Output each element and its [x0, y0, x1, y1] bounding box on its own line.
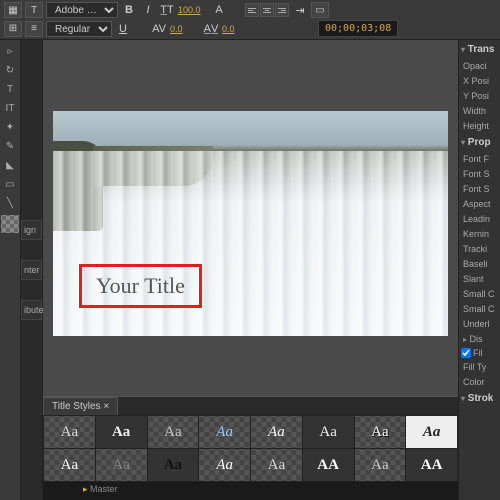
underline-button[interactable]: U	[115, 21, 131, 37]
font-size-input[interactable]: 100.0	[178, 5, 208, 15]
style-swatch[interactable]: Aa	[148, 449, 199, 481]
tracking-input[interactable]: 0.0	[222, 24, 252, 34]
templates-icon[interactable]: ⊞	[4, 21, 22, 37]
size-icon: T̲T	[159, 2, 175, 18]
xposition-property[interactable]: X Posi	[461, 75, 498, 87]
style-swatch[interactable]: Aa	[44, 416, 95, 448]
style-swatch[interactable]: Aa	[148, 416, 199, 448]
align-tab[interactable]: ign	[21, 220, 42, 240]
rect-tool-icon[interactable]: ▭	[0, 175, 20, 193]
fontfamily-property[interactable]: Font F	[461, 153, 498, 165]
filltype-property[interactable]: Fill Ty	[461, 361, 498, 373]
width-property[interactable]: Width	[461, 105, 498, 117]
close-icon[interactable]: ×	[103, 401, 109, 412]
leading-icon: A	[211, 2, 227, 18]
yposition-property[interactable]: Y Posi	[461, 90, 498, 102]
underline-property[interactable]: Underl	[461, 318, 498, 330]
height-property[interactable]: Height	[461, 120, 498, 132]
leading-property[interactable]: Leadin	[461, 213, 498, 225]
side-tabs: ign nter ibute	[21, 40, 43, 500]
opacity-property[interactable]: Opaci	[461, 60, 498, 72]
style-swatch[interactable]: AA	[303, 449, 354, 481]
pen-tool-icon[interactable]: ✎	[0, 137, 20, 155]
slant-property[interactable]: Slant	[461, 273, 498, 285]
title-text[interactable]: Your Title	[96, 273, 185, 298]
timeline-bar[interactable]: ▸ Master	[43, 482, 458, 500]
roll-icon[interactable]: ≡	[25, 21, 43, 37]
main-area: ▹ ↻ T IT ✦ ✎ ◣ ▭ ╲ ign nter ibute Your T…	[0, 40, 500, 500]
canvas-area: Your Title	[43, 40, 458, 396]
tracking-property[interactable]: Tracki	[461, 243, 498, 255]
template-icon[interactable]: T	[25, 2, 43, 18]
title-styles-tab[interactable]: Title Styles ×	[43, 397, 118, 415]
properties-panel: ▾ Trans Opaci X Posi Y Posi Width Height…	[458, 40, 500, 500]
timecode-display[interactable]: 00;00;03;08	[318, 20, 398, 37]
styles-grid: Aa Aa Aa Aa Aa Aa Aa Aa Aa Aa Aa Aa Aa A…	[43, 415, 458, 482]
style-swatch[interactable]: Aa	[355, 416, 406, 448]
title-selection-box[interactable]: Your Title	[79, 264, 202, 308]
line-tool-icon[interactable]: ╲	[0, 194, 20, 212]
new-title-icon[interactable]: ▦	[4, 2, 22, 18]
rotate-tool-icon[interactable]: ↻	[0, 61, 20, 79]
center-tab[interactable]: nter	[21, 260, 42, 280]
transform-section[interactable]: ▾ Trans	[461, 42, 498, 57]
vertical-type-icon[interactable]: IT	[0, 99, 20, 117]
align-right-icon[interactable]	[275, 3, 289, 17]
italic-button[interactable]: I	[140, 2, 156, 18]
scenery-waterfall	[53, 151, 448, 336]
smallcapsize-property[interactable]: Small C	[461, 303, 498, 315]
style-swatch[interactable]: AA	[406, 449, 457, 481]
font-weight-dropdown[interactable]: Regular	[46, 21, 112, 37]
font-family-dropdown[interactable]: Adobe …	[46, 2, 118, 18]
tab-icon[interactable]: ⇥	[292, 2, 308, 18]
top-toolbar: ▦ T Adobe … B I T̲T 100.0 A ⇥ ▭ ⊞ ≡ Regu…	[0, 0, 500, 40]
smallcaps-property[interactable]: Small C	[461, 288, 498, 300]
style-swatch[interactable]: Aa	[406, 416, 457, 448]
color-property[interactable]: Color	[461, 376, 498, 388]
style-swatch[interactable]: Aa	[44, 449, 95, 481]
bold-button[interactable]: B	[121, 2, 137, 18]
style-swatch[interactable]: Aa	[251, 449, 302, 481]
fontstyle-property[interactable]: Font S	[461, 183, 498, 195]
properties-section[interactable]: ▾ Prop	[461, 135, 498, 150]
type-tool-icon[interactable]: T	[0, 80, 20, 98]
video-canvas[interactable]: Your Title	[53, 111, 448, 336]
path-type-icon[interactable]: ✦	[0, 118, 20, 136]
kerning-property[interactable]: Kernin	[461, 228, 498, 240]
fontsize-property[interactable]: Font S	[461, 168, 498, 180]
style-swatch[interactable]: Aa	[199, 416, 250, 448]
tracking-icon: A̲V̲	[203, 21, 219, 37]
baseline-property[interactable]: Baseli	[461, 258, 498, 270]
monitor-icon[interactable]: ▭	[311, 2, 329, 18]
align-left-icon[interactable]	[245, 3, 259, 17]
tool-palette: ▹ ↻ T IT ✦ ✎ ◣ ▭ ╲	[0, 40, 21, 500]
style-swatch[interactable]: Aa	[96, 449, 147, 481]
style-swatch[interactable]: Aa	[96, 416, 147, 448]
strokes-section[interactable]: ▾ Strok	[461, 391, 498, 406]
color-swatch[interactable]	[1, 215, 19, 233]
center-column: Your Title Title Styles × Aa Aa Aa Aa Aa…	[43, 40, 458, 500]
title-styles-panel: Title Styles × Aa Aa Aa Aa Aa Aa Aa Aa A…	[43, 396, 458, 482]
distribute-tab[interactable]: ibute	[21, 300, 42, 320]
kerning-input[interactable]: 0.0	[170, 24, 200, 34]
shape-tool-icon[interactable]: ◣	[0, 156, 20, 174]
aspect-property[interactable]: Aspect	[461, 198, 498, 210]
style-swatch[interactable]: Aa	[303, 416, 354, 448]
fill-checkbox[interactable]: Fil	[461, 348, 498, 358]
kerning-icon: AV	[151, 21, 167, 37]
align-center-icon[interactable]	[260, 3, 274, 17]
selection-tool-icon[interactable]: ▹	[0, 42, 20, 60]
master-track-label: Master	[90, 484, 118, 494]
distort-section[interactable]: ▸ Dis	[461, 333, 498, 345]
style-swatch[interactable]: Aa	[199, 449, 250, 481]
style-swatch[interactable]: Aa	[251, 416, 302, 448]
style-swatch[interactable]: Aa	[355, 449, 406, 481]
